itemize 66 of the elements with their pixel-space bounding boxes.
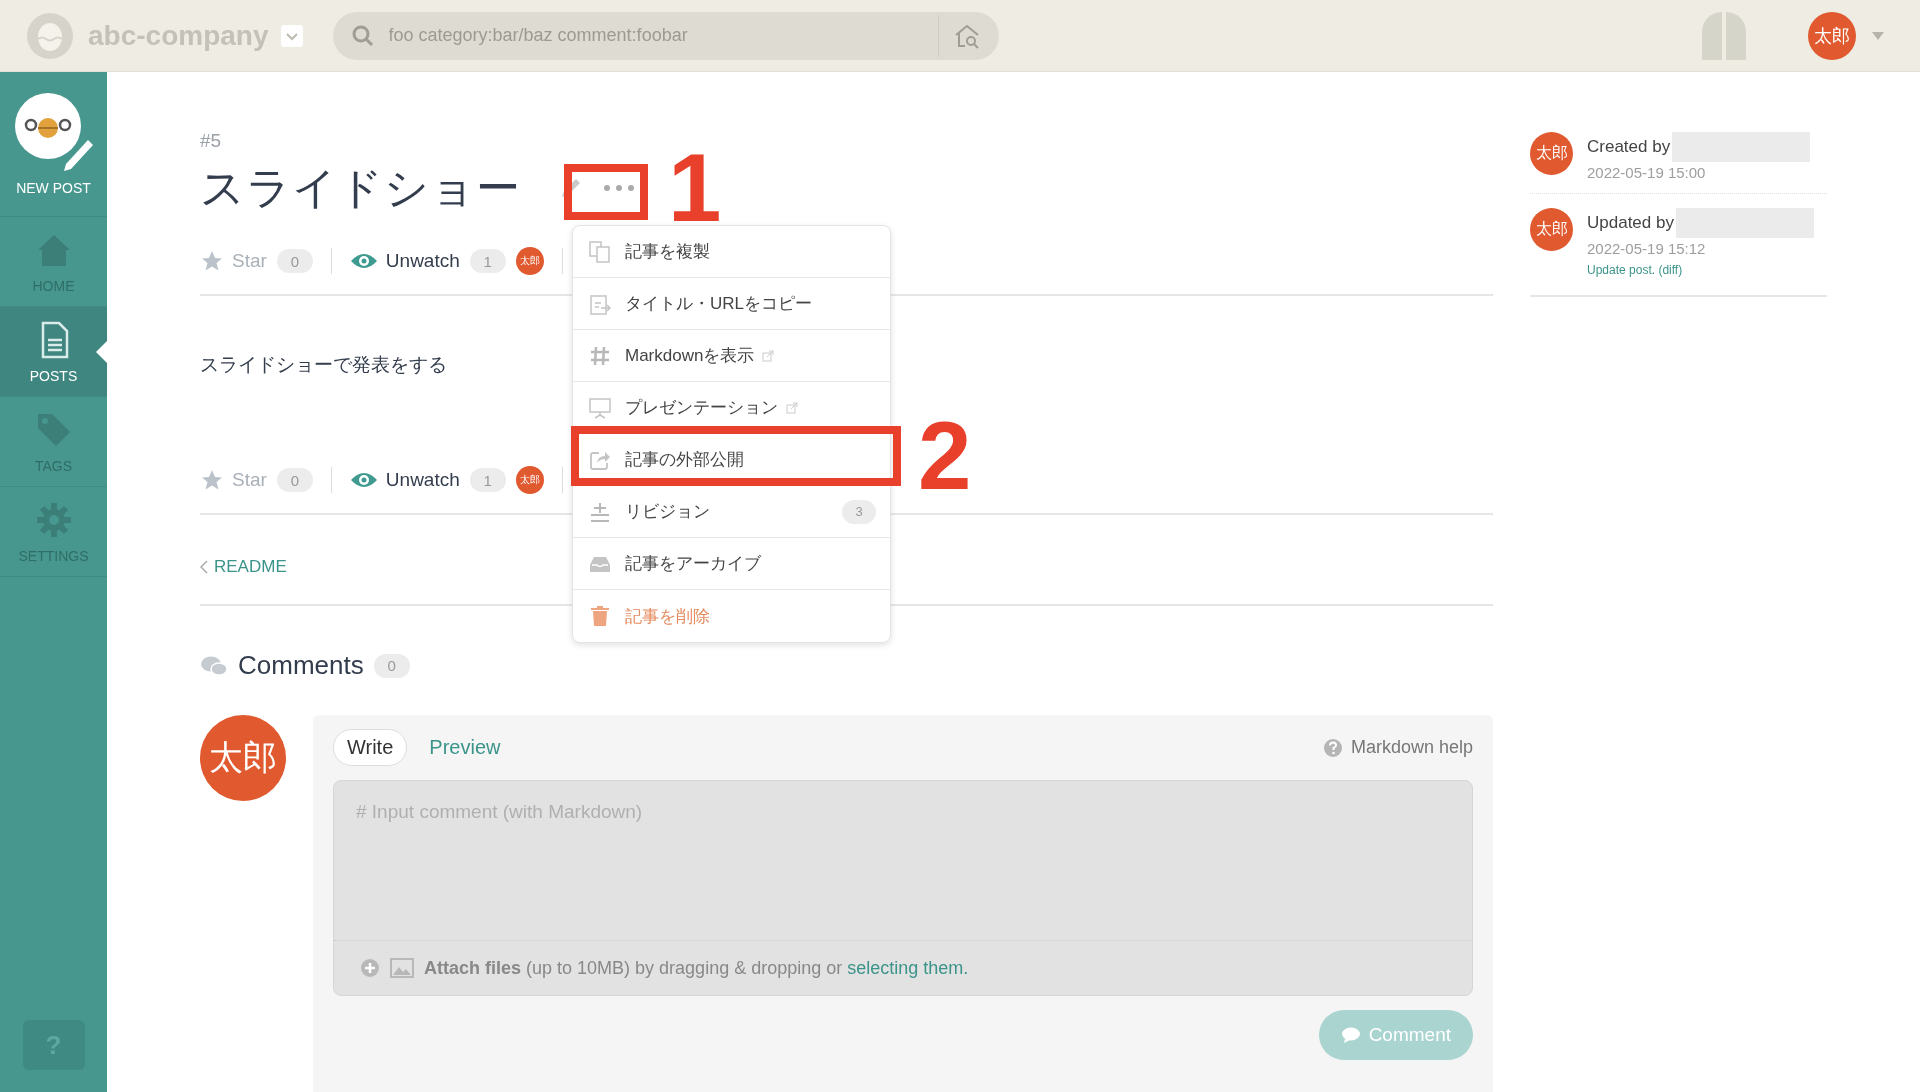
star-count: 0 xyxy=(276,249,313,273)
menu-item[interactable]: 記事の外部公開 xyxy=(573,434,890,486)
menu-item[interactable]: 記事を複製 xyxy=(573,226,890,278)
pointer-icon xyxy=(96,340,107,363)
dropdown-icon[interactable] xyxy=(280,24,303,47)
star-label[interactable]: Star xyxy=(232,250,267,272)
revision-count: 3 xyxy=(842,499,876,524)
editor-tab[interactable]: Write xyxy=(333,729,408,766)
watch-count: 1 xyxy=(469,249,506,273)
help-icon[interactable] xyxy=(1322,737,1343,758)
caret-icon[interactable] xyxy=(1872,31,1884,40)
copy-icon xyxy=(589,240,611,263)
search-icon xyxy=(350,23,375,48)
star-count: 0 xyxy=(276,468,313,492)
watcher-avatar: 太郎 xyxy=(515,247,544,275)
menu-item[interactable]: リビジョン 3 xyxy=(573,486,890,538)
timestamp: 2022-05-19 15:12 xyxy=(1587,240,1707,257)
star-label[interactable]: Star xyxy=(232,469,267,491)
post-number: #5 xyxy=(200,130,223,152)
meta-label: Created by xyxy=(1587,137,1671,157)
menu-item[interactable]: タイトル・URLをコピー xyxy=(573,278,890,330)
author-avatar: 太郎 xyxy=(1530,208,1573,251)
speech-bubble-icon xyxy=(1340,1027,1361,1043)
trash-icon xyxy=(589,605,611,627)
menu-item[interactable]: Markdownを表示 xyxy=(573,330,890,382)
image-icon[interactable] xyxy=(390,958,414,978)
eye-icon[interactable] xyxy=(349,252,378,270)
update-message-link[interactable]: Update post. (diff) xyxy=(1587,263,1814,277)
unwatch-label[interactable]: Unwatch xyxy=(385,469,460,491)
sidebar-item[interactable]: POSTS xyxy=(0,307,107,397)
star-icon[interactable] xyxy=(200,468,224,492)
commenter-avatar: 太郎 xyxy=(200,715,286,801)
select-files-link[interactable]: selecting them. xyxy=(847,957,969,978)
menu-item[interactable]: 記事をアーカイブ xyxy=(573,538,890,590)
meta-label: Updated by xyxy=(1587,213,1674,233)
unwatch-label[interactable]: Unwatch xyxy=(385,250,460,272)
watch-count: 1 xyxy=(469,468,506,492)
timestamp: 2022-05-19 15:00 xyxy=(1587,164,1707,181)
post-body: スライドショーで発表をする xyxy=(200,353,447,377)
plus-icon[interactable] xyxy=(360,958,380,978)
editor-tab[interactable]: Preview xyxy=(415,729,515,766)
author-avatar: 太郎 xyxy=(1530,132,1573,175)
menu-item[interactable]: 記事を削除 xyxy=(573,590,890,642)
team-logo-icon[interactable] xyxy=(26,11,74,60)
presentation-icon xyxy=(589,396,611,419)
comments-title: Comments xyxy=(238,650,364,681)
clipboard-icon xyxy=(589,292,611,315)
door-icon[interactable] xyxy=(1702,11,1746,60)
annotation-number: 2 xyxy=(918,408,972,504)
menu-item[interactable]: プレゼンテーション xyxy=(573,382,890,434)
search-field[interactable]: foo category:bar/baz comment:foobar xyxy=(332,11,999,60)
comments-count: 0 xyxy=(373,653,410,678)
user-avatar[interactable]: 太郎 xyxy=(1808,11,1856,60)
star-icon[interactable] xyxy=(200,249,224,273)
readme-link[interactable]: README xyxy=(214,557,287,577)
chevron-icon[interactable] xyxy=(200,560,208,574)
attach-files-text: Attach files (up to 10MB) by dragging & dropping or selecting them. xyxy=(424,957,969,979)
revision-icon xyxy=(589,500,611,523)
watcher-avatar: 太郎 xyxy=(515,466,544,494)
markdown-help-link[interactable]: Markdown help xyxy=(1350,737,1473,758)
comments-icon xyxy=(200,654,228,677)
eye-icon[interactable] xyxy=(349,471,378,489)
new-post-icon xyxy=(13,92,94,172)
hash-icon xyxy=(589,344,611,367)
post-title: スライドショー xyxy=(200,161,521,214)
sidebar-item[interactable]: NEW POST xyxy=(0,72,107,217)
